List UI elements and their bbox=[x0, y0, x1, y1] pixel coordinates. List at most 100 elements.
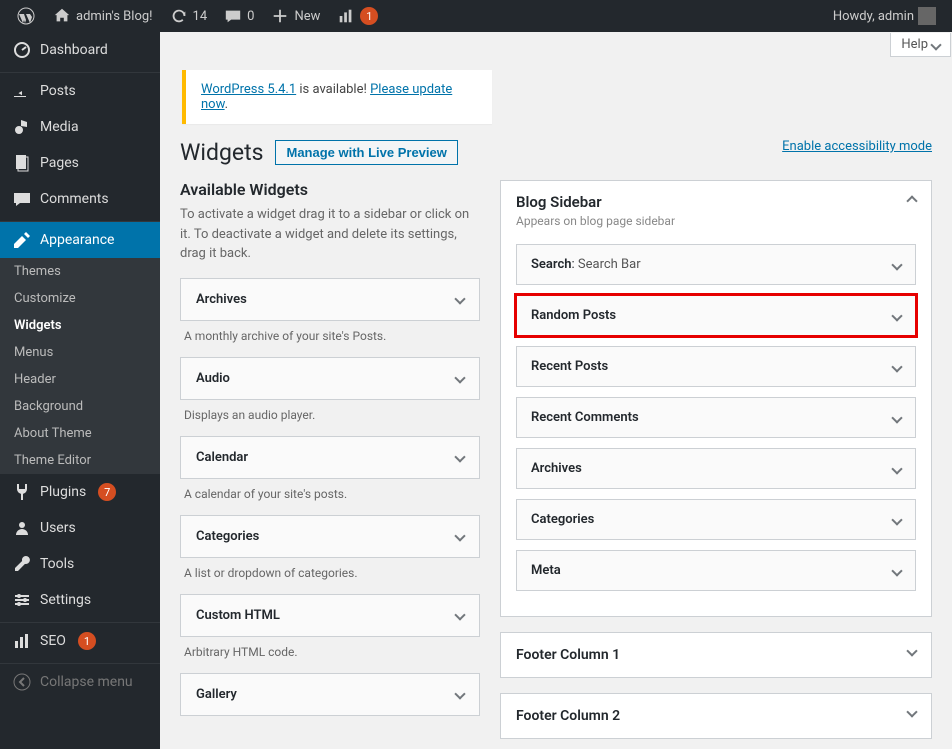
sidebar-item-label: Pages bbox=[40, 155, 79, 171]
sidebar-item-pages[interactable]: Pages bbox=[0, 145, 160, 181]
wp-logo-menu[interactable] bbox=[10, 0, 42, 32]
widget-name: Audio bbox=[196, 371, 230, 386]
collapse-icon bbox=[12, 672, 32, 692]
wp-version-link[interactable]: WordPress 5.4.1 bbox=[201, 82, 296, 97]
sidebar-area-body: Search: Search Bar Random Posts Recent P… bbox=[501, 234, 931, 616]
sidebar-item-users[interactable]: Users bbox=[0, 510, 160, 546]
submenu-item-header[interactable]: Header bbox=[0, 366, 160, 393]
page-header: Widgets Manage with Live Preview bbox=[180, 139, 782, 166]
submenu-item-widgets[interactable]: Widgets bbox=[0, 312, 160, 339]
widget-desc: A monthly archive of your site's Posts. bbox=[184, 329, 476, 343]
appearance-icon bbox=[12, 230, 32, 250]
sidebar-area-footer-2: Footer Column 2 bbox=[500, 693, 932, 739]
widget-name: Archives bbox=[531, 461, 582, 476]
placed-widget-archives[interactable]: Archives bbox=[516, 448, 916, 489]
accessibility-mode-link[interactable]: Enable accessibility mode bbox=[782, 139, 932, 154]
wordpress-icon bbox=[16, 6, 36, 26]
widget-tile-audio[interactable]: Audio bbox=[180, 357, 480, 400]
widget-tile-gallery[interactable]: Gallery bbox=[180, 673, 480, 716]
sidebar-item-label: Users bbox=[40, 520, 76, 536]
widget-desc: Arbitrary HTML code. bbox=[184, 645, 476, 659]
sidebar-item-media[interactable]: Media bbox=[0, 109, 160, 145]
admin-toolbar: admin's Blog! 14 0 New 1 Howdy, admin bbox=[0, 0, 952, 32]
widget-name: Calendar bbox=[196, 450, 248, 465]
site-name-menu[interactable]: admin's Blog! bbox=[46, 0, 159, 32]
chevron-down-icon bbox=[454, 451, 465, 462]
available-widgets-column: Available Widgets To activate a widget d… bbox=[180, 180, 480, 749]
dashboard-icon bbox=[12, 40, 32, 60]
sidebar-item-label: Tools bbox=[40, 556, 74, 572]
placed-widget-random-posts[interactable]: Random Posts bbox=[516, 295, 916, 336]
toolbar-right: Howdy, admin bbox=[827, 0, 942, 32]
sidebar-areas-column: Blog Sidebar Appears on blog page sideba… bbox=[500, 180, 932, 749]
toolbar-left: admin's Blog! 14 0 New 1 bbox=[10, 0, 384, 32]
sidebar-area-toggle[interactable]: Footer Column 2 bbox=[501, 694, 931, 738]
chevron-down-icon bbox=[891, 361, 902, 372]
submenu-item-customize[interactable]: Customize bbox=[0, 285, 160, 312]
widget-tile-categories[interactable]: Categories bbox=[180, 515, 480, 558]
widget-title: Search Bar bbox=[578, 257, 641, 272]
sidebar-area-toggle[interactable]: Blog Sidebar Appears on blog page sideba… bbox=[501, 181, 931, 234]
seo-menu[interactable]: 1 bbox=[330, 0, 384, 32]
live-preview-button[interactable]: Manage with Live Preview bbox=[275, 140, 457, 165]
chevron-down-icon bbox=[891, 259, 902, 270]
widget-tile-archives[interactable]: Archives bbox=[180, 278, 480, 321]
sidebar-item-tools[interactable]: Tools bbox=[0, 546, 160, 582]
plugins-icon bbox=[12, 482, 32, 502]
sidebar-item-label: Appearance bbox=[40, 232, 114, 248]
sidebar-item-settings[interactable]: Settings bbox=[0, 582, 160, 618]
submenu-item-theme-editor[interactable]: Theme Editor bbox=[0, 447, 160, 474]
chevron-down-icon bbox=[891, 565, 902, 576]
home-icon bbox=[52, 6, 72, 26]
sidebar-item-posts[interactable]: Posts bbox=[0, 73, 160, 109]
widget-tile-custom-html[interactable]: Custom HTML bbox=[180, 594, 480, 637]
comments-menu[interactable]: 0 bbox=[217, 0, 260, 32]
sidebar-item-collapse[interactable]: Collapse menu bbox=[0, 664, 160, 700]
avatar bbox=[918, 7, 936, 25]
sidebar-area-toggle[interactable]: Footer Column 1 bbox=[501, 633, 931, 677]
placed-widget-recent-posts[interactable]: Recent Posts bbox=[516, 346, 916, 387]
sidebar-item-label: SEO bbox=[40, 633, 66, 649]
placed-widget-categories[interactable]: Categories bbox=[516, 499, 916, 540]
chevron-down-icon bbox=[891, 310, 902, 321]
updates-menu[interactable]: 14 bbox=[163, 0, 214, 32]
sidebar-item-plugins[interactable]: Plugins7 bbox=[0, 474, 160, 510]
content-area: Help WordPress 5.4.1 is available! Pleas… bbox=[160, 32, 952, 749]
placed-widget-search[interactable]: Search: Search Bar bbox=[516, 244, 916, 285]
seo-icon bbox=[12, 631, 32, 651]
settings-icon bbox=[12, 590, 32, 610]
submenu-item-about-theme[interactable]: About Theme bbox=[0, 420, 160, 447]
widget-name: Recent Comments bbox=[531, 410, 639, 425]
chevron-down-icon bbox=[454, 609, 465, 620]
seo-badge: 1 bbox=[360, 7, 378, 25]
seo-badge: 1 bbox=[78, 632, 96, 650]
placed-widget-recent-comments[interactable]: Recent Comments bbox=[516, 397, 916, 438]
widget-name: Random Posts bbox=[531, 308, 616, 323]
available-widgets-heading: Available Widgets bbox=[180, 180, 480, 199]
sidebar-area-title: Blog Sidebar bbox=[516, 193, 675, 211]
widget-desc: A calendar of your site's posts. bbox=[184, 487, 476, 501]
sidebar-item-label: Settings bbox=[40, 592, 91, 608]
widget-name: Categories bbox=[531, 512, 594, 527]
user-menu[interactable]: Howdy, admin bbox=[827, 0, 942, 32]
site-name-label: admin's Blog! bbox=[76, 9, 153, 24]
sidebar-item-label: Posts bbox=[40, 83, 76, 99]
chevron-down-icon bbox=[454, 372, 465, 383]
placed-widget-meta[interactable]: Meta bbox=[516, 550, 916, 591]
update-notice: WordPress 5.4.1 is available! Please upd… bbox=[182, 70, 492, 124]
chevron-down-icon bbox=[891, 514, 902, 525]
submenu-item-background[interactable]: Background bbox=[0, 393, 160, 420]
widget-tile-calendar[interactable]: Calendar bbox=[180, 436, 480, 479]
admin-sidebar: Dashboard Posts Media Pages Comments App… bbox=[0, 32, 160, 749]
sidebar-item-appearance[interactable]: Appearance bbox=[0, 222, 160, 258]
new-menu[interactable]: New bbox=[264, 0, 326, 32]
submenu-item-themes[interactable]: Themes bbox=[0, 258, 160, 285]
help-button[interactable]: Help bbox=[890, 33, 951, 57]
submenu-item-menus[interactable]: Menus bbox=[0, 339, 160, 366]
posts-icon bbox=[12, 81, 32, 101]
widget-name: Search bbox=[531, 257, 572, 272]
sidebar-item-seo[interactable]: SEO 1 bbox=[0, 623, 160, 659]
chevron-down-icon bbox=[891, 412, 902, 423]
sidebar-item-dashboard[interactable]: Dashboard bbox=[0, 32, 160, 68]
sidebar-item-comments[interactable]: Comments bbox=[0, 181, 160, 217]
